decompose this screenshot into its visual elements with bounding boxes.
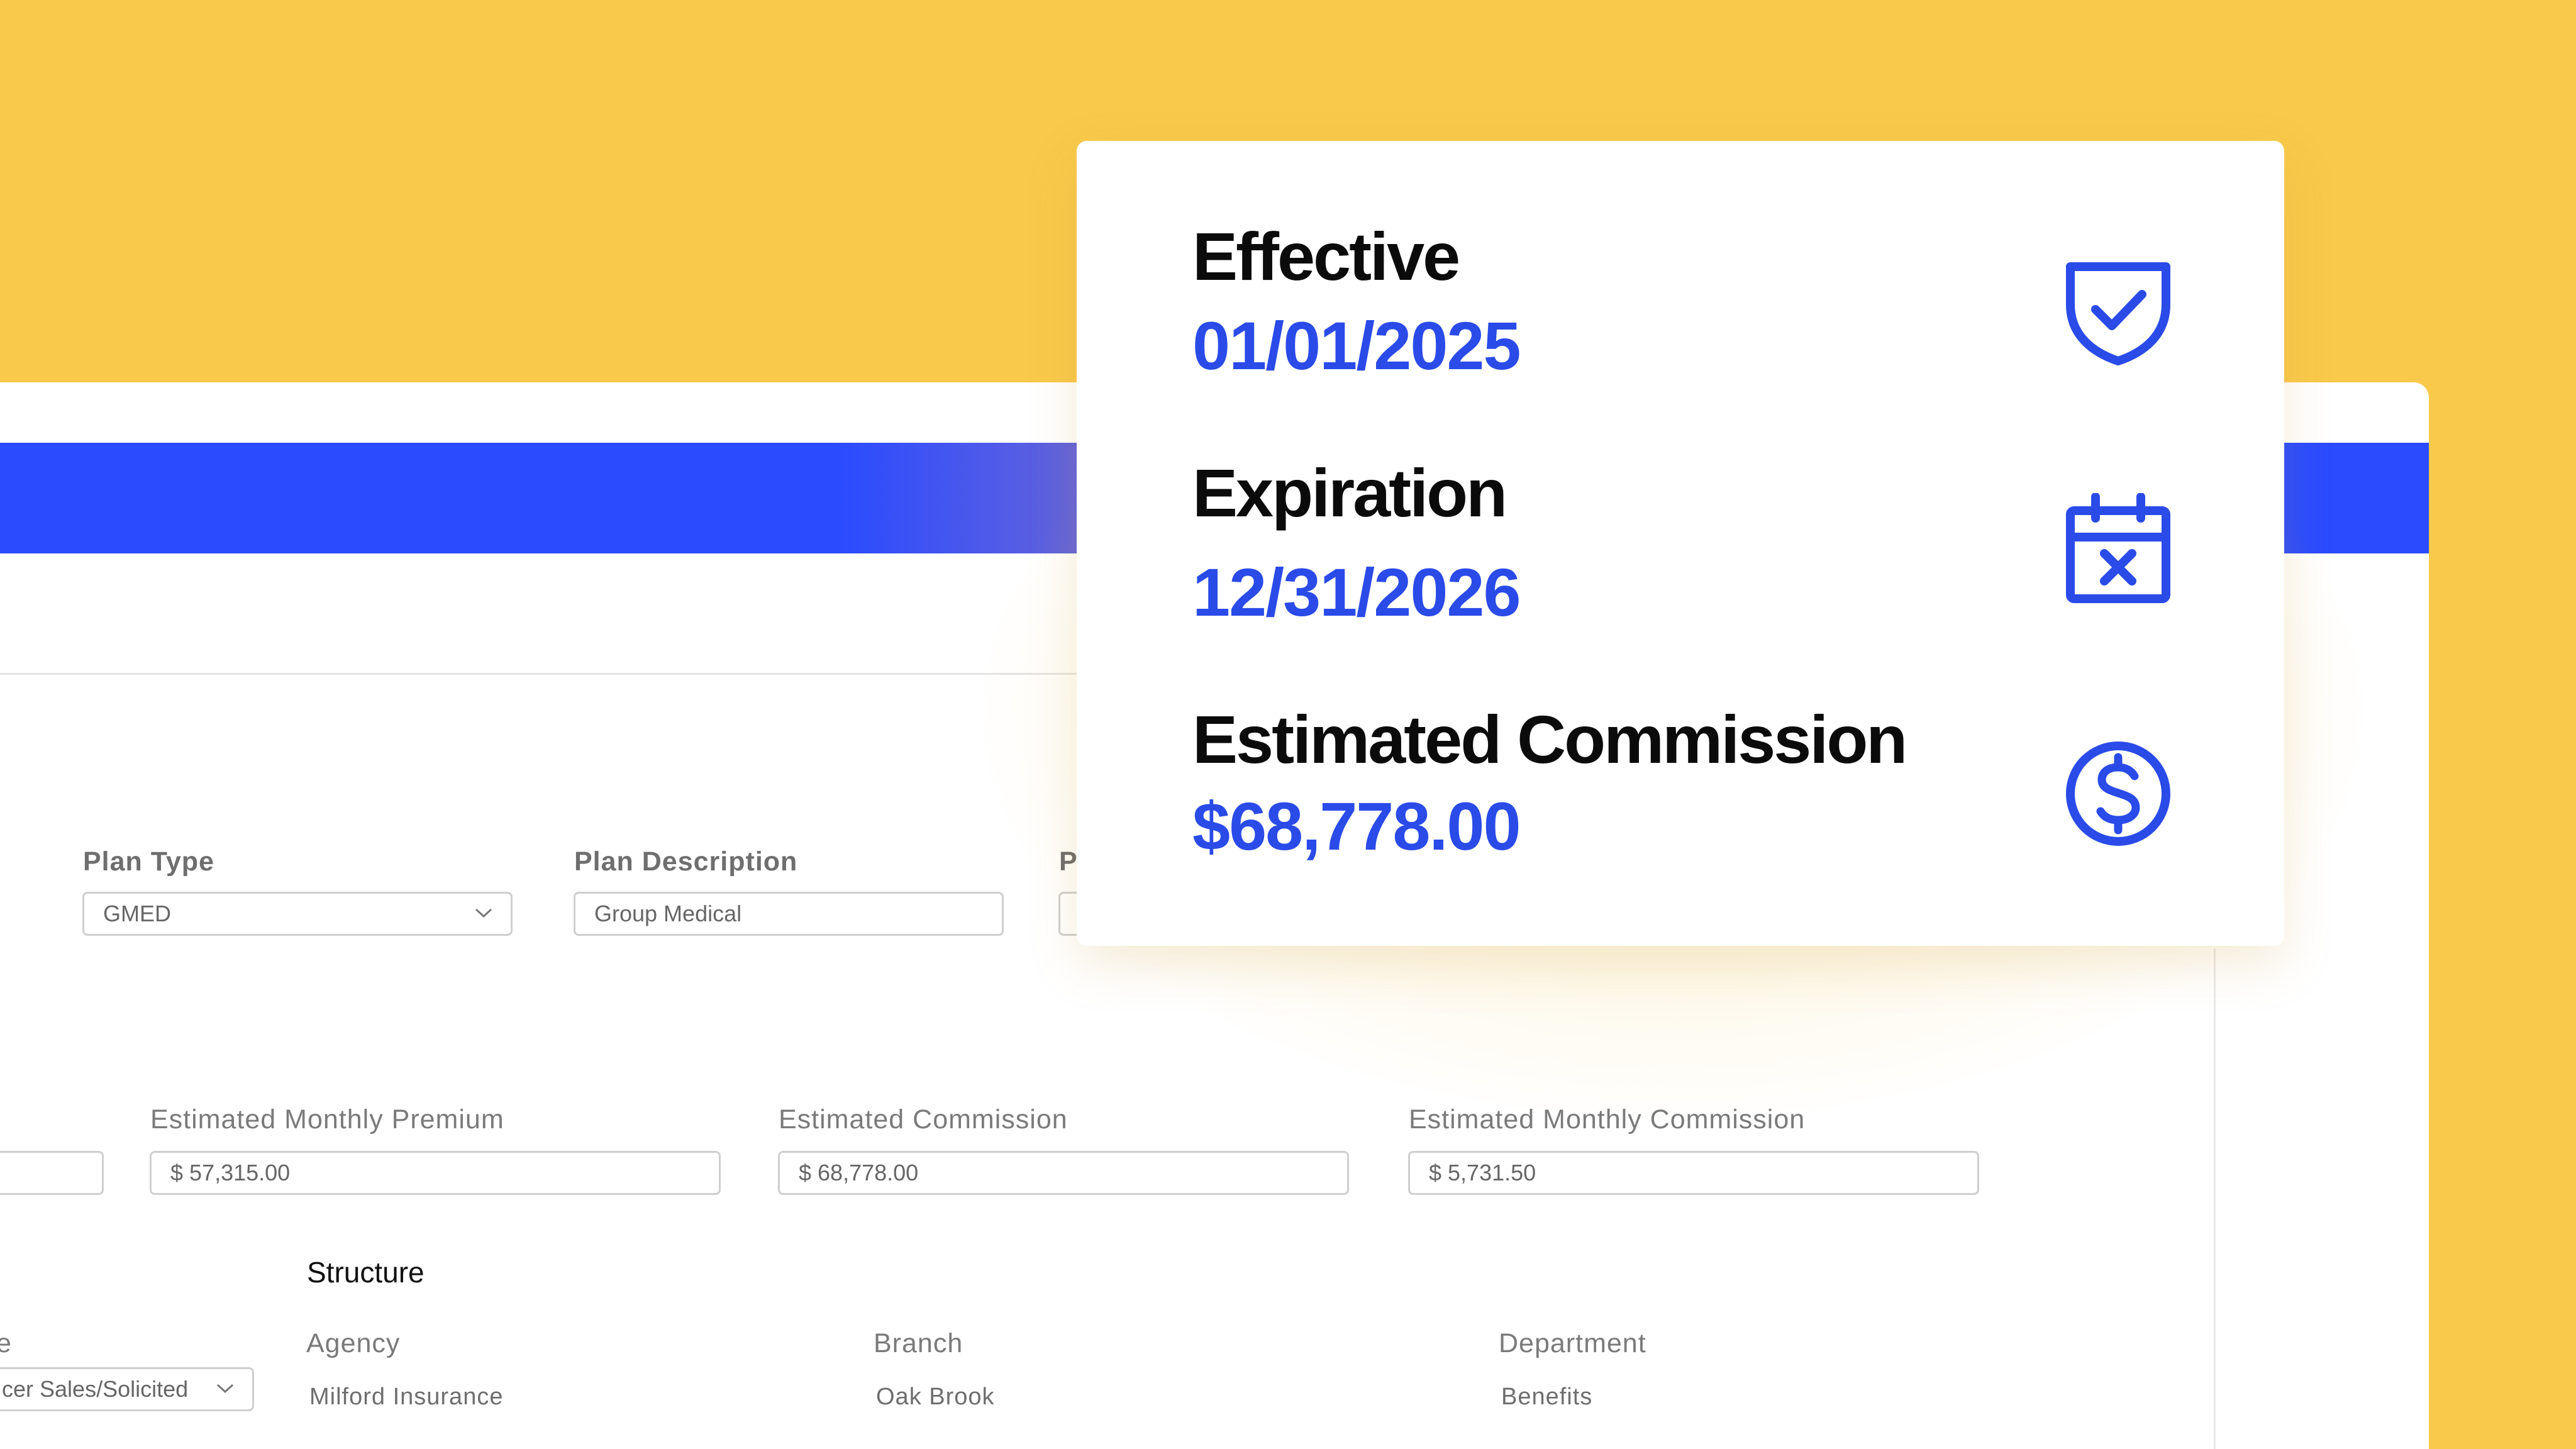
chevron-down-icon (475, 908, 492, 918)
plan-type-select[interactable]: GMED (82, 892, 513, 936)
estimated-commission-row: Estimated Commission $68,778.00 (1192, 701, 1907, 864)
dollar-circle-icon (2066, 741, 2170, 846)
structure-title: Structure (307, 1256, 425, 1289)
effective-row: Effective 01/01/2025 (1192, 218, 1521, 384)
producer-type-select[interactable]: cer Sales/Solicited (0, 1367, 254, 1411)
branch-label: Branch (874, 1328, 963, 1358)
panel-divider (2214, 948, 2216, 1449)
header-bar-glow (836, 443, 1088, 553)
plan-description-field[interactable]: Group Medical (574, 892, 1004, 936)
agency-value: Milford Insurance (309, 1384, 504, 1410)
plan-description-value: Group Medical (594, 901, 742, 926)
effective-label: Effective (1192, 218, 1460, 294)
estimated-commission-value: $ 68,778.00 (799, 1160, 919, 1185)
estimated-commission-field[interactable]: $ 68,778.00 (778, 1151, 1349, 1195)
branch-value: Oak Brook (876, 1384, 995, 1410)
expiration-date-value: 12/31/2026 (1192, 554, 1521, 630)
partial-estimate-field[interactable] (0, 1151, 104, 1195)
department-value: Benefits (1501, 1384, 1593, 1410)
estimated-monthly-commission-value: $ 5,731.50 (1429, 1160, 1536, 1185)
chevron-down-icon (216, 1384, 234, 1394)
estimated-monthly-premium-value: $ 57,315.00 (170, 1160, 291, 1185)
expiration-row: Expiration 12/31/2026 (1192, 455, 1521, 630)
partial-field-label: P (1059, 847, 1078, 877)
effective-date-value: 01/01/2025 (1192, 308, 1521, 384)
department-label: Department (1499, 1328, 1646, 1358)
estimated-commission-label: Estimated Commission (779, 1104, 1068, 1135)
estimated-monthly-premium-field[interactable]: $ 57,315.00 (150, 1151, 721, 1195)
estimated-commission-card-label: Estimated Commission (1192, 701, 1907, 777)
shield-check-icon (2066, 262, 2170, 365)
policy-summary-card: Effective 01/01/2025 Expiration 12/31/20… (1077, 141, 2284, 946)
expiration-label: Expiration (1192, 455, 1507, 531)
estimated-monthly-commission-field[interactable]: $ 5,731.50 (1408, 1151, 1979, 1195)
estimated-commission-card-value: $68,778.00 (1192, 788, 1521, 864)
estimated-monthly-commission-label: Estimated Monthly Commission (1409, 1104, 1806, 1135)
partial-structure-label: e (0, 1328, 12, 1358)
plan-description-label: Plan Description (574, 847, 798, 877)
estimated-monthly-premium-label: Estimated Monthly Premium (150, 1104, 504, 1135)
plan-type-label: Plan Type (83, 847, 214, 877)
agency-label: Agency (306, 1328, 401, 1358)
divider (0, 673, 1258, 675)
producer-type-value: cer Sales/Solicited (2, 1376, 189, 1402)
plan-type-value: GMED (103, 901, 171, 926)
calendar-x-icon (2066, 493, 2170, 603)
